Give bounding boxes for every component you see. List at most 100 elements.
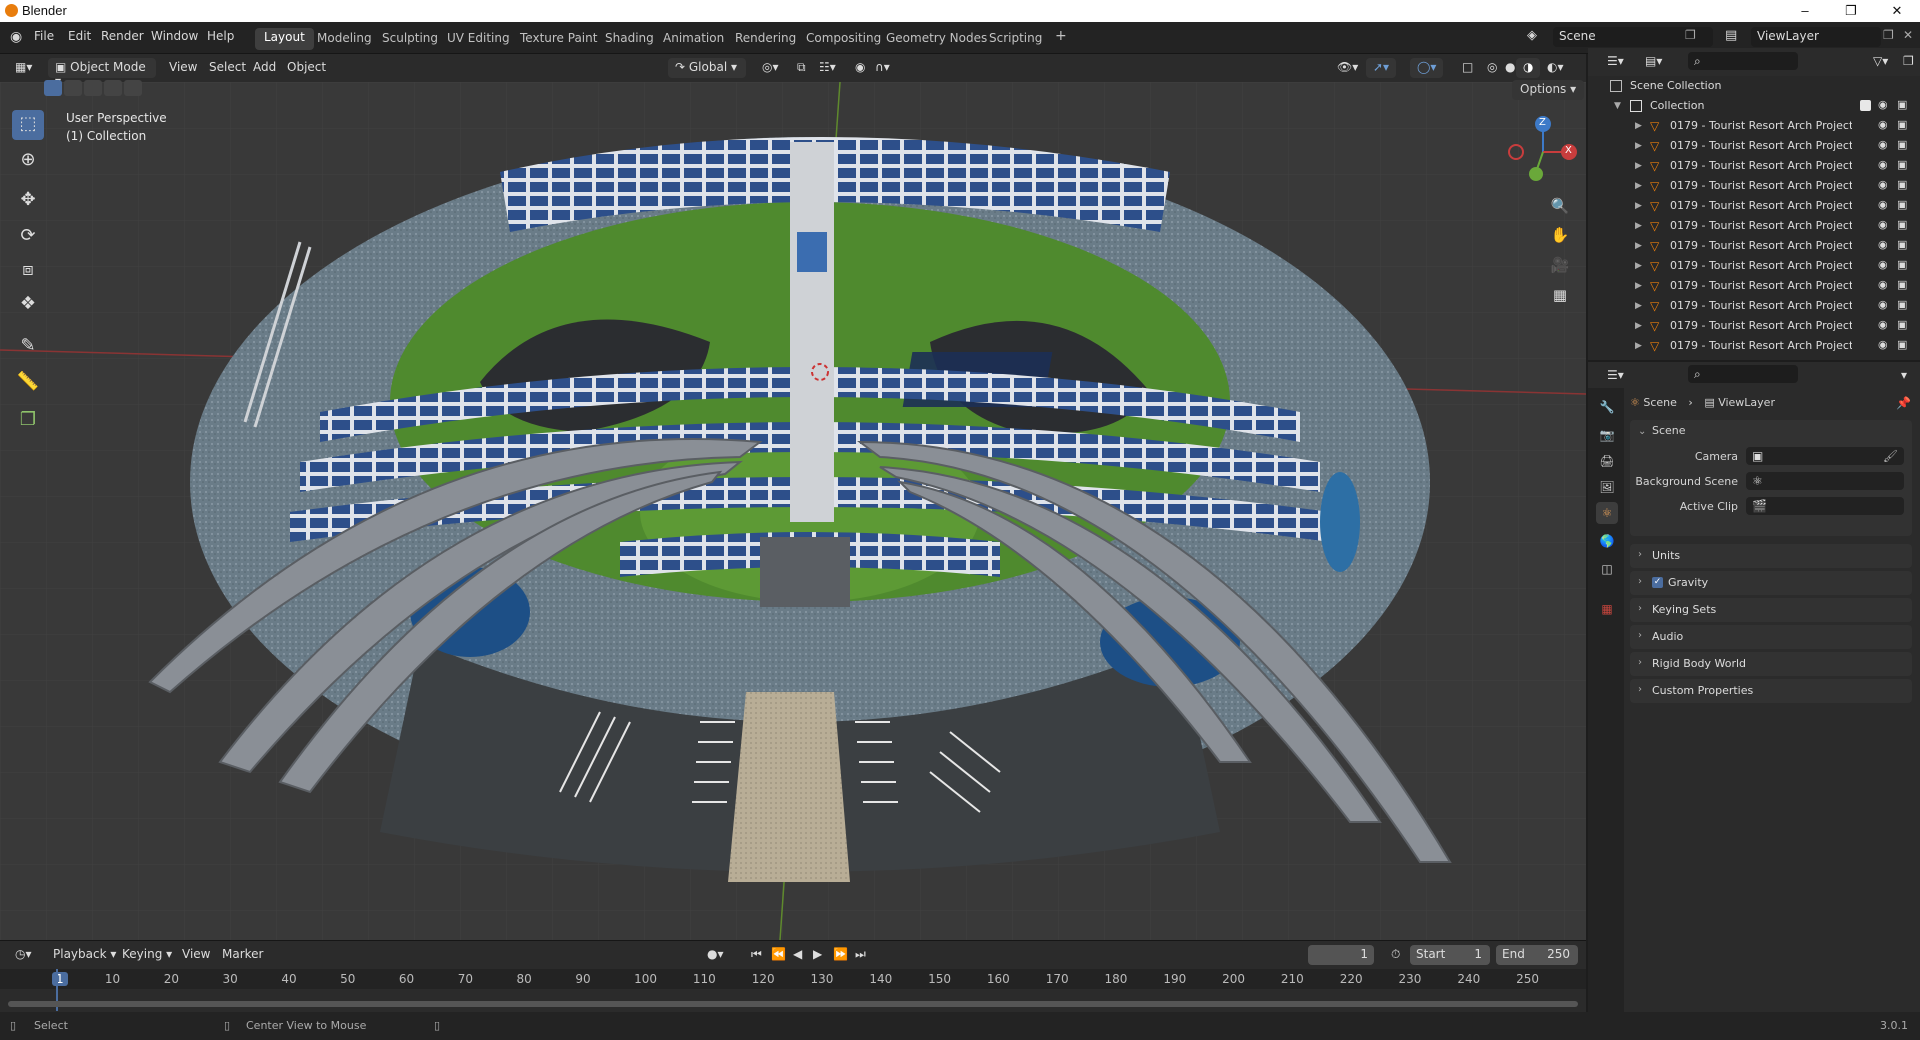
viewlayer-field[interactable]: ViewLayer: [1751, 27, 1881, 47]
tab-geometry-nodes[interactable]: Geometry Nodes: [877, 29, 996, 51]
view-layer-tab-icon[interactable]: 🖼: [1596, 476, 1618, 498]
visibility-eye-icon[interactable]: ◉: [1878, 98, 1888, 111]
expand-arrow-icon[interactable]: ▶: [1635, 141, 1642, 151]
new-scene-icon[interactable]: ❐: [1685, 28, 1696, 42]
expand-arrow-icon[interactable]: ▶: [1635, 241, 1642, 251]
texture-tab-icon[interactable]: ▦: [1596, 598, 1618, 620]
visibility-eye-icon[interactable]: ◉: [1878, 238, 1888, 251]
visibility-icon[interactable]: 👁▾: [1330, 58, 1365, 78]
property-panel[interactable]: › Rigid Body World: [1630, 652, 1912, 676]
render-camera-icon[interactable]: ▣: [1897, 238, 1907, 251]
timeline-view-menu[interactable]: View: [175, 945, 217, 965]
render-camera-icon[interactable]: ▣: [1897, 278, 1907, 291]
tab-modeling[interactable]: Modeling: [308, 29, 381, 51]
render-camera-icon[interactable]: ▣: [1897, 258, 1907, 271]
transform-tool-icon[interactable]: ❖: [12, 290, 44, 320]
move-tool-icon[interactable]: ✥: [12, 186, 44, 216]
remove-viewlayer-icon[interactable]: ✕: [1903, 28, 1913, 42]
visibility-eye-icon[interactable]: ◉: [1878, 318, 1888, 331]
outliner-row-collection[interactable]: ▼ Collection ◉ ▣: [1588, 96, 1920, 116]
select-intersect-icon[interactable]: [124, 80, 142, 96]
output-tab-icon[interactable]: 🖨: [1596, 450, 1618, 472]
timeline-scrollbar[interactable]: [8, 1001, 1578, 1007]
render-camera-icon[interactable]: ▣: [1897, 158, 1907, 171]
outliner-object-row[interactable]: ▶ ▽ 0179 - Tourist Resort Arch Project_8 ◉ ▣: [1588, 236, 1920, 256]
add-workspace-icon[interactable]: +: [1046, 26, 1076, 48]
visibility-eye-icon[interactable]: ◉: [1878, 258, 1888, 271]
render-tab-icon[interactable]: 📷: [1596, 424, 1618, 446]
scale-tool-icon[interactable]: ⧈: [12, 256, 44, 286]
render-camera-icon[interactable]: ▣: [1897, 118, 1907, 131]
current-frame-field[interactable]: 1: [1308, 945, 1374, 965]
eyedropper-icon[interactable]: 🖌: [1883, 449, 1898, 463]
record-keyframe-icon[interactable]: ●▾: [700, 945, 731, 965]
chevron-right-icon[interactable]: ›: [1638, 603, 1642, 614]
outliner-object-row[interactable]: ▶ ▽ 0179 - Tourist Resort Arch Project_5 ◉ ▣: [1588, 296, 1920, 316]
menu-render[interactable]: Render: [101, 29, 144, 43]
keying-menu[interactable]: Keying ▾: [115, 945, 179, 965]
exclude-checkbox[interactable]: [1860, 100, 1871, 111]
new-collection-icon[interactable]: ❐: [1896, 52, 1920, 72]
tab-texture-paint[interactable]: Texture Paint: [511, 29, 606, 51]
outliner-object-row[interactable]: ▶ ▽ 0179 - Tourist Resort Arch Project_7 ◉ ▣: [1588, 176, 1920, 196]
tab-shading[interactable]: Shading: [596, 29, 663, 51]
display-mode-icon[interactable]: ▤▾: [1638, 52, 1669, 72]
outliner-object-row[interactable]: ▶ ▽ 0179 - Tourist Resort Arch Project_6 ◉ ▣: [1588, 156, 1920, 176]
render-camera-icon[interactable]: ▣: [1897, 178, 1907, 191]
property-panel[interactable]: › Units: [1630, 544, 1912, 568]
expand-arrow-icon[interactable]: ▶: [1635, 321, 1642, 331]
visibility-eye-icon[interactable]: ◉: [1878, 298, 1888, 311]
render-camera-icon[interactable]: ▣: [1897, 318, 1907, 331]
outliner-object-row[interactable]: ▶ ▽ 0179 - Tourist Resort Arch Project_5 ◉ ▣: [1588, 256, 1920, 276]
properties-editor-type-icon[interactable]: ☰▾: [1600, 366, 1631, 386]
maximize-icon[interactable]: ❐: [1828, 0, 1874, 22]
zoom-icon[interactable]: 🔍: [1546, 193, 1574, 221]
outliner-object-row[interactable]: ▶ ▽ 0179 - Tourist Resort Arch Project_5 ◉ ▣: [1588, 316, 1920, 336]
expand-arrow-icon[interactable]: ▼: [1614, 101, 1621, 111]
properties-search-input[interactable]: ⌕: [1688, 365, 1798, 383]
minimize-icon[interactable]: –: [1782, 0, 1828, 22]
pin-icon[interactable]: 📌: [1896, 396, 1911, 410]
editor-type-icon[interactable]: ▦▾: [8, 58, 39, 78]
perspective-toggle-icon[interactable]: ▦: [1546, 282, 1574, 310]
visibility-eye-icon[interactable]: ◉: [1878, 338, 1888, 351]
pan-hand-icon[interactable]: ✋: [1546, 222, 1574, 250]
active-clip-field[interactable]: 🎬: [1746, 497, 1904, 515]
navigation-gizmo[interactable]: Z X: [1508, 112, 1578, 182]
outliner-object-row[interactable]: ▶ ▽ 0179 - Tourist Resort Arch Project_5 ◉ ▣: [1588, 276, 1920, 296]
tab-sculpting[interactable]: Sculpting: [373, 29, 447, 51]
menu-help[interactable]: Help: [207, 29, 234, 43]
3d-viewport[interactable]: [0, 82, 1586, 940]
options-dropdown[interactable]: Options ▾: [1512, 80, 1585, 100]
render-camera-icon[interactable]: ▣: [1897, 338, 1907, 351]
tab-rendering[interactable]: Rendering: [726, 29, 805, 51]
start-frame-field[interactable]: Start 1: [1410, 945, 1490, 965]
visibility-eye-icon[interactable]: ◉: [1878, 198, 1888, 211]
camera-view-icon[interactable]: 🎥: [1546, 252, 1574, 280]
tab-layout[interactable]: Layout: [255, 28, 314, 50]
menu-add[interactable]: Add: [246, 58, 283, 78]
menu-edit[interactable]: Edit: [68, 29, 91, 43]
expand-arrow-icon[interactable]: ▶: [1635, 341, 1642, 351]
rendered-shading-icon[interactable]: ◐▾: [1540, 58, 1571, 78]
visibility-eye-icon[interactable]: ◉: [1878, 218, 1888, 231]
pivot-point-icon[interactable]: ◎▾: [755, 58, 786, 78]
render-camera-icon[interactable]: ▣: [1897, 138, 1907, 151]
cursor-tool-icon[interactable]: ⊕: [12, 146, 44, 176]
close-icon[interactable]: ✕: [1874, 0, 1920, 22]
expand-arrow-icon[interactable]: ▶: [1635, 281, 1642, 291]
menu-object[interactable]: Object: [280, 58, 333, 78]
property-panel[interactable]: › Audio: [1630, 625, 1912, 649]
expand-arrow-icon[interactable]: ▶: [1635, 161, 1642, 171]
outliner-editor-type-icon[interactable]: ☰▾: [1600, 52, 1631, 72]
outliner-object-row[interactable]: ▶ ▽ 0179 - Tourist Resort Arch Project_6 ◉ ▣: [1588, 136, 1920, 156]
new-viewlayer-icon[interactable]: ❐: [1883, 28, 1894, 42]
menu-window[interactable]: Window: [151, 29, 198, 43]
visibility-eye-icon[interactable]: ◉: [1878, 158, 1888, 171]
property-panel[interactable]: › Custom Properties: [1630, 679, 1912, 703]
stopwatch-icon[interactable]: ⏱: [1384, 945, 1407, 965]
outliner-object-row[interactable]: ▶ ▽ 0179 - Tourist Resort Arch Project_1 ◉ ▣: [1588, 336, 1920, 356]
tool-tab-icon[interactable]: 🔧: [1596, 396, 1618, 418]
render-camera-icon[interactable]: ▣: [1897, 198, 1907, 211]
visibility-eye-icon[interactable]: ◉: [1878, 118, 1888, 131]
